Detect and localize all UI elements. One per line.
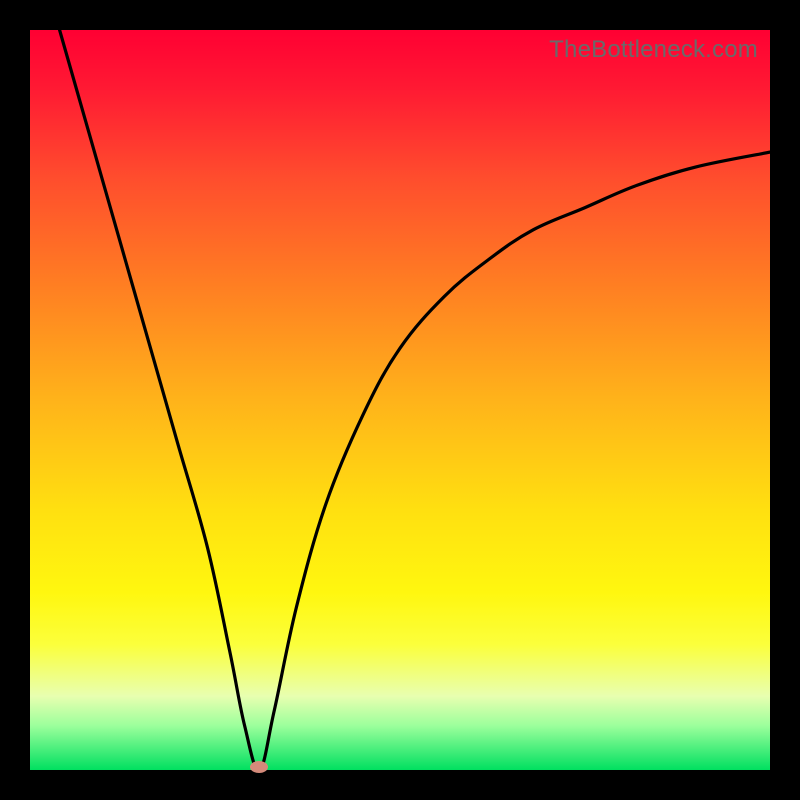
bottleneck-curve [30, 30, 770, 770]
chart-frame: TheBottleneck.com [0, 0, 800, 800]
plot-area: TheBottleneck.com [30, 30, 770, 770]
optimal-marker-dot [250, 761, 268, 773]
